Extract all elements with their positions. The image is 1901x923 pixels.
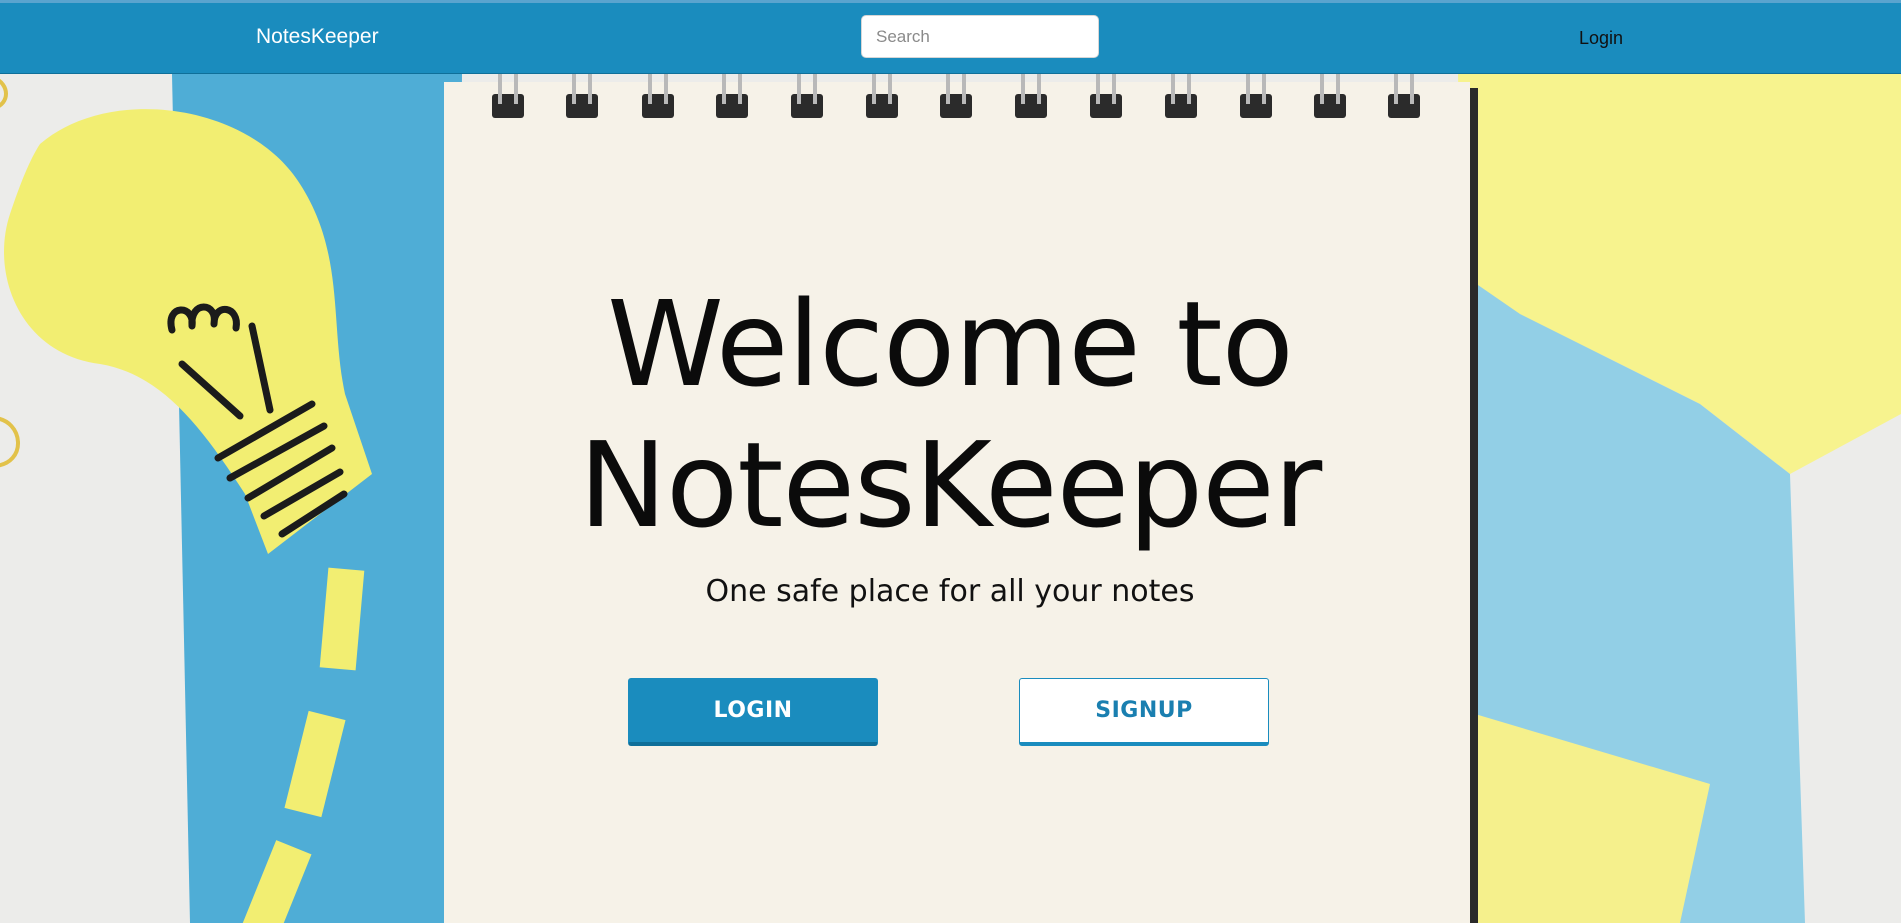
search-input[interactable] xyxy=(861,15,1099,58)
brand-logo[interactable]: NotesKeeper xyxy=(256,25,379,49)
signup-button[interactable]: SIGNUP xyxy=(1019,678,1269,746)
nav-login-link[interactable]: Login xyxy=(1579,28,1623,49)
hero-tagline: One safe place for all your notes xyxy=(705,574,1195,609)
hero-headline: Welcome to NotesKeeper xyxy=(445,274,1455,556)
headline-line-2: NotesKeeper xyxy=(578,416,1323,554)
headline-line-1: Welcome to xyxy=(607,275,1294,413)
login-button[interactable]: LOGIN xyxy=(628,678,878,746)
hero-section: Welcome to NotesKeeper One safe place fo… xyxy=(0,74,1901,923)
navbar: NotesKeeper Login xyxy=(0,3,1901,74)
